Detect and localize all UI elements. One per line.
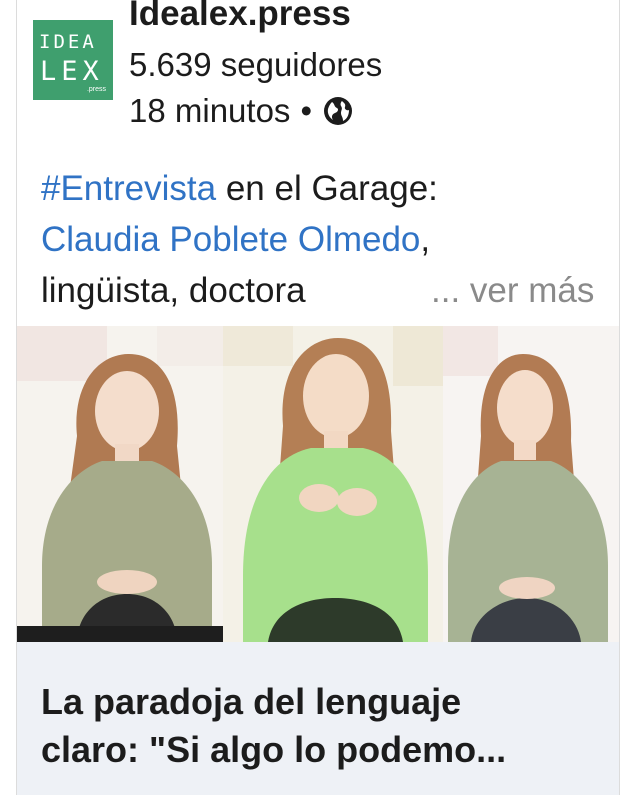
logo-text-line2: LEX [40,56,104,87]
image-frame-right [443,326,619,642]
post-text-line-2: Claudia Poblete Olmedo, [41,214,611,265]
post-image[interactable] [17,326,619,642]
hashtag-link[interactable]: #Entrevista [41,169,216,208]
image-frame-left [17,326,223,642]
follower-count: 5.639 seguidores [129,46,383,83]
post-text-segment: , [420,220,431,259]
globe-icon [322,95,354,127]
post-timestamp[interactable]: 18 minutos [129,92,290,130]
link-preview-title-line-1: La paradoja del lenguaje [41,681,462,722]
post-text-line-1: #Entrevista en el Garage: [41,163,611,214]
mention-link[interactable]: Claudia Poblete Olmedo [41,220,420,259]
post-text-segment: en el Garage: [216,169,438,208]
page-name-link[interactable]: Idealex.press [129,0,351,34]
image-frame-center [223,326,443,642]
post-text: #Entrevista en el Garage: Claudia Poblet… [41,163,611,316]
meta-separator: • [300,92,312,129]
logo-text-line1: IDEA [39,31,97,53]
logo-text-line3: .press [86,86,106,93]
post-card: IDEA LEX .press Idealex.press 5.639 segu… [16,0,620,795]
page-logo[interactable]: IDEA LEX .press [33,20,113,100]
link-preview[interactable]: La paradoja del lenguaje claro: "Si algo… [17,642,619,795]
link-preview-title-line-2: claro: "Si algo lo podemo... [41,729,507,770]
post-meta: 18 minutos • [129,92,354,130]
see-more-button[interactable]: ... ver más [431,265,594,316]
link-preview-title[interactable]: La paradoja del lenguaje claro: "Si algo… [41,678,601,774]
